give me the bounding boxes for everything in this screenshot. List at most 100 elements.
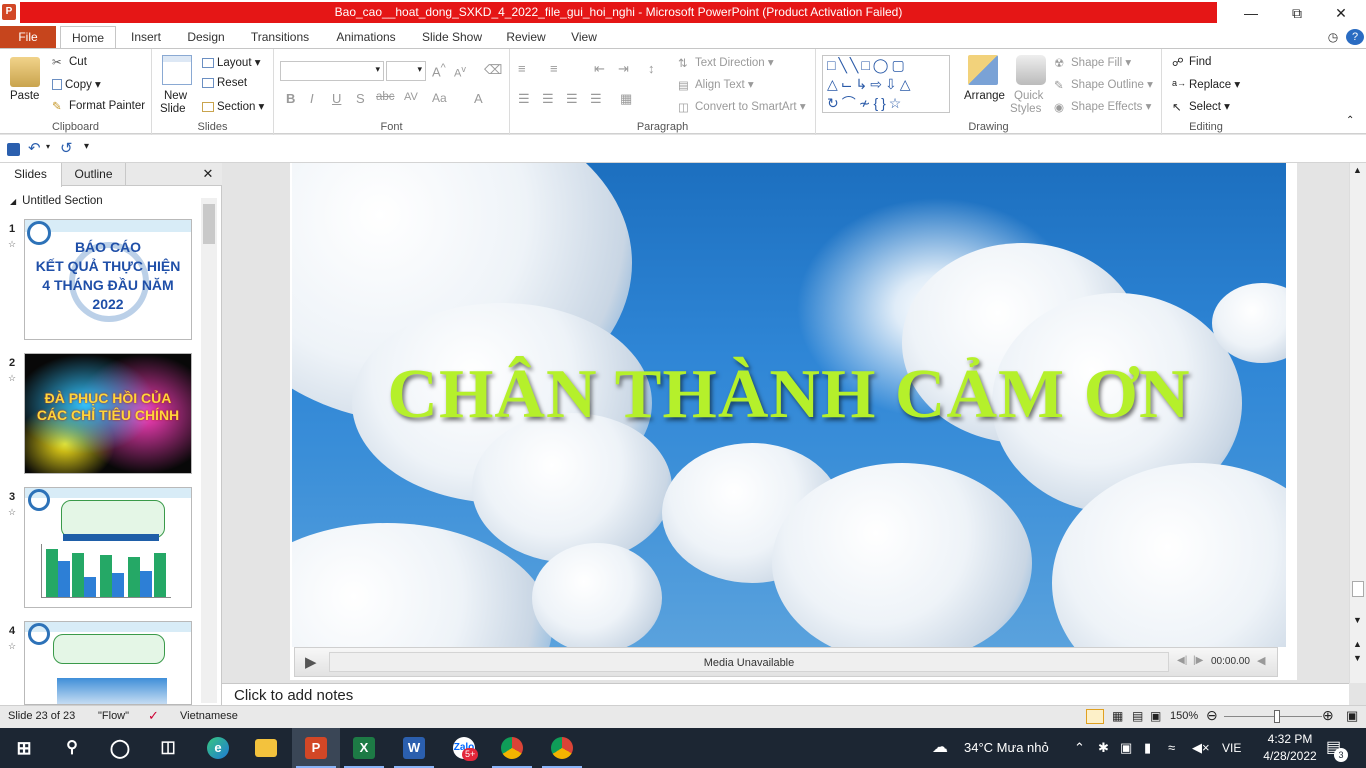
slide-sorter-icon[interactable]: ▦ [1112,709,1123,723]
notes-pane[interactable]: Click to add notes [222,683,1349,705]
quick-styles-button[interactable]: Quick [1014,90,1043,102]
clear-format-icon[interactable]: ⌫ [484,62,502,78]
section-header[interactable]: ◢ Untitled Section [0,190,200,212]
paste-button[interactable]: Paste [10,90,39,102]
taskbar-chrome[interactable] [488,728,536,768]
play-icon[interactable]: ▶ [305,653,317,671]
tab-insert[interactable]: Insert [122,26,170,49]
slide-thumbnail-1[interactable]: BÁO CÁO KẾT QUẢ THỰC HIỆN 4 THÁNG ĐẦU NĂ… [24,219,192,340]
section-button[interactable]: Section ▾ [202,99,264,113]
close-pane-icon[interactable]: ✕ [198,163,218,186]
bold-button[interactable]: B [286,91,295,106]
shapes-gallery[interactable]: □╲╲□◯▢ △⌙↳⇨⇩△ ↻⌒≁{}☆ [822,55,950,113]
skip-back-icon[interactable]: ◀| [1177,655,1187,666]
convert-smartart-button[interactable]: ◫ Convert to SmartArt ▾ [678,99,806,114]
text-direction-button[interactable]: ⇅ Text Direction ▾ [678,55,774,70]
increase-indent-icon[interactable]: ⇥ [618,61,629,77]
tab-transitions[interactable]: Transitions [244,26,316,49]
current-slide[interactable]: CHÂN THÀNH CẢM ƠN ▶ Media Unavailable ◀|… [290,163,1297,680]
wifi-icon[interactable]: ≈ [1168,728,1175,768]
zoom-out-icon[interactable]: ⊖ [1206,707,1218,724]
taskbar-word[interactable]: W [390,728,438,768]
minimize-button[interactable]: — [1228,0,1274,26]
align-center-icon[interactable]: ☰ [542,91,554,107]
thank-you-heading[interactable]: CHÂN THÀNH CẢM ƠN [292,355,1286,435]
redo-icon[interactable]: ↺ [60,139,73,157]
restore-button[interactable]: ⧉ [1274,0,1320,26]
undo-icon[interactable]: ↶ [28,139,41,157]
zoom-level[interactable]: 150% [1170,710,1198,722]
start-button[interactable]: ⊞ [0,728,48,768]
zoom-slider[interactable] [1224,716,1322,717]
taskbar-file-explorer[interactable] [242,728,290,768]
volume-icon[interactable]: ◀ [1257,654,1265,667]
new-slide-button-line2[interactable]: Slide [160,103,186,115]
scroll-thumb[interactable] [1352,581,1364,597]
next-slide-icon[interactable]: ▼ [1353,653,1362,663]
justify-icon[interactable]: ☰ [590,91,602,107]
slide-thumbnail-4[interactable] [24,621,192,705]
tab-slide-show[interactable]: Slide Show [416,26,488,49]
bluetooth-icon[interactable]: ✱ [1098,728,1109,768]
replace-button[interactable]: a→ Replace ▾ [1172,77,1240,92]
media-progress-bar[interactable]: Media Unavailable [329,652,1169,672]
shape-fill-button[interactable]: ☢ Shape Fill ▾ [1054,55,1131,70]
slides-pane-scrollbar[interactable] [201,198,217,703]
undo-dropdown-icon[interactable]: ▾ [46,142,50,151]
fit-to-window-icon[interactable]: ▣ [1346,708,1358,724]
change-case-icon[interactable]: Aa [432,91,447,105]
bullets-icon[interactable]: ≡ [518,61,526,76]
align-left-icon[interactable]: ☰ [518,91,530,107]
font-family-select[interactable]: ▾ [280,61,384,81]
shrink-font-icon[interactable]: Av [454,64,466,80]
align-right-icon[interactable]: ☰ [566,91,578,107]
align-text-button[interactable]: ▤ Align Text ▾ [678,77,754,92]
slide-show-icon[interactable]: ▣ [1150,709,1161,723]
underline-button[interactable]: U [332,91,341,106]
shape-effects-button[interactable]: ◉ Shape Effects ▾ [1054,99,1151,114]
font-size-select[interactable]: ▾ [386,61,426,81]
clock[interactable]: 4:32 PM 4/28/2022 [1258,731,1322,765]
tab-slides[interactable]: Slides [0,163,62,187]
tab-design[interactable]: Design [180,26,232,49]
font-color-icon[interactable]: A [474,91,483,106]
layout-button[interactable]: Layout ▾ [202,55,261,69]
taskbar-excel[interactable]: X [340,728,388,768]
weather-text[interactable]: 34°C Mưa nhỏ [964,728,1049,768]
shape-outline-button[interactable]: ✎ Shape Outline ▾ [1054,77,1153,92]
taskbar-edge[interactable]: e [194,728,242,768]
scroll-down-icon[interactable]: ▼ [1353,615,1362,625]
search-button[interactable]: ⚲ [48,728,96,768]
skip-forward-icon[interactable]: |▶ [1193,655,1203,666]
save-icon[interactable] [7,143,20,156]
arrange-button[interactable]: Arrange [964,90,1005,102]
new-slide-button[interactable]: New [164,90,187,102]
powerpoint-logo-icon[interactable]: P [2,4,16,20]
security-icon[interactable]: ▣ [1120,728,1132,768]
help-question-icon[interactable]: ? [1346,29,1364,45]
format-painter-button[interactable]: ✎ Format Painter [52,99,145,113]
cortana-button[interactable]: ◯ [96,728,144,768]
taskbar-zalo[interactable]: Zalo 5+ [440,728,488,768]
help-icon[interactable]: ◷ [1324,26,1342,49]
scroll-up-icon[interactable]: ▲ [1353,165,1362,175]
volume-muted-icon[interactable]: ◀× [1192,728,1210,768]
line-spacing-icon[interactable]: ↕ [648,61,655,76]
tab-home[interactable]: Home [60,26,116,50]
select-button[interactable]: ↖ Select ▾ [1172,99,1230,114]
slide-thumbnail-2[interactable]: ĐÀ PHỤC HỒI CỦA CÁC CHỈ TIÊU CHÍNH [24,353,192,474]
weather-cloud-icon[interactable]: ☁ [932,728,948,768]
normal-view-icon[interactable] [1086,709,1104,724]
quick-styles-button-line2[interactable]: Styles [1010,103,1041,115]
spelling-check-icon[interactable]: ✓ [148,708,159,724]
italic-button[interactable]: I [310,91,314,106]
slide-thumbnail-3[interactable] [24,487,192,608]
customize-qat-icon[interactable]: ▾ [84,141,89,152]
tab-file[interactable]: File [0,26,56,49]
input-language[interactable]: VIE [1222,728,1241,768]
task-view-button[interactable]: ◫ [144,728,192,768]
strikethrough-button[interactable]: abc [376,91,395,103]
zoom-in-icon[interactable]: ⊕ [1322,707,1334,724]
scroll-thumb[interactable] [203,204,215,244]
show-hidden-icons[interactable]: ⌃ [1074,728,1085,768]
